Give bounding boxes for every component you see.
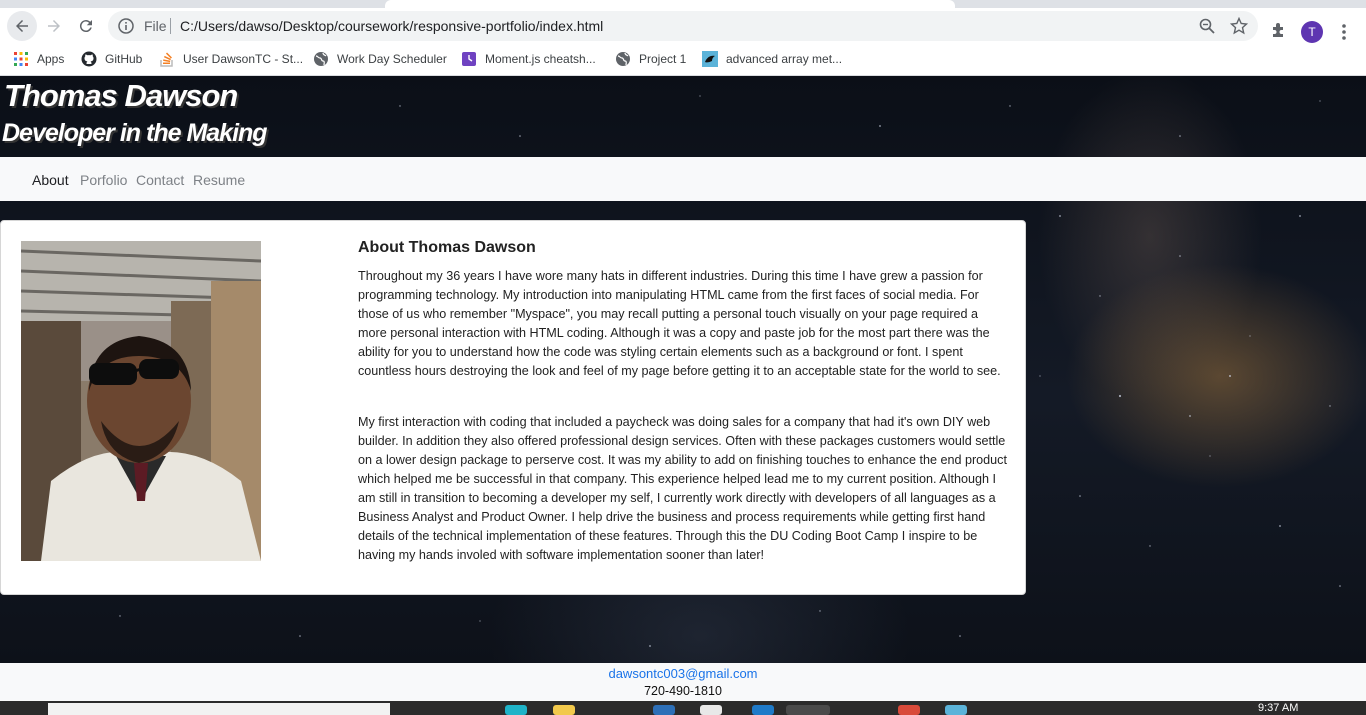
nav-link-contact[interactable]: Contact (136, 172, 184, 188)
folder-icon[interactable] (553, 705, 575, 715)
arrow-left-icon (16, 20, 28, 32)
taskbar-app-icon[interactable] (653, 705, 675, 715)
moment-icon (462, 52, 476, 66)
stackoverflow-icon (160, 52, 173, 67)
url-text[interactable]: C:/Users/dawso/Desktop/coursework/respon… (180, 18, 603, 34)
file-scheme-label: File (144, 18, 167, 34)
info-icon[interactable] (118, 18, 134, 34)
bookmark-label: Work Day Scheduler (337, 52, 447, 66)
reload-button[interactable] (71, 11, 101, 41)
address-separator (170, 18, 171, 34)
reload-icon (79, 20, 92, 33)
globe-icon (314, 52, 328, 66)
portfolio-page: Thomas Dawson Developer in the Making Ab… (0, 76, 1366, 663)
address-bar[interactable]: File C:/Users/dawso/Desktop/coursework/r… (108, 11, 1258, 41)
bookmark-project-1[interactable]: Project 1 (615, 49, 686, 69)
bookmark-apps[interactable]: Apps (13, 49, 64, 69)
contact-email-link[interactable]: dawsontc003@gmail.com (0, 666, 1366, 681)
bookmark-stackoverflow[interactable]: User DawsonTC - St... (159, 49, 303, 69)
chrome-icon[interactable] (786, 705, 830, 715)
more-menu-icon[interactable] (1337, 21, 1351, 43)
arrow-right-icon (48, 20, 60, 32)
zoom-icon[interactable] (1198, 17, 1216, 35)
bird-icon (702, 51, 718, 67)
taskbar-app-icon[interactable] (505, 705, 527, 715)
about-card: About Thomas Dawson Throughout my 36 yea… (0, 220, 1026, 595)
site-navbar: About Porfolio Contact Resume (0, 157, 1366, 201)
bookmark-label: User DawsonTC - St... (183, 52, 304, 66)
windows-taskbar: 9:37 AM (0, 701, 1366, 715)
extensions-puzzle-icon[interactable] (1270, 21, 1288, 39)
bookmark-label: GitHub (105, 52, 143, 66)
vscode-icon[interactable] (752, 705, 774, 715)
nav-link-portfolio[interactable]: Porfolio (80, 172, 127, 188)
taskbar-search-box[interactable] (48, 703, 390, 715)
back-button[interactable] (7, 11, 37, 41)
taskbar-app-icon[interactable] (700, 705, 722, 715)
tab-strip (0, 0, 1366, 8)
nav-link-resume[interactable]: Resume (193, 172, 245, 188)
bookmark-label: Apps (37, 52, 65, 66)
site-header: Thomas Dawson Developer in the Making (0, 76, 1366, 157)
bookmark-momentjs[interactable]: Moment.js cheatsh... (461, 49, 596, 69)
bookmarks-bar: Apps GitHub User DawsonTC - St... Work D… (0, 44, 1366, 76)
bookmark-label: advanced array met... (726, 52, 843, 66)
taskbar-clock[interactable]: 9:37 AM (1258, 702, 1298, 714)
github-icon (81, 51, 97, 67)
profile-photo (21, 241, 261, 561)
about-paragraph-1: Throughout my 36 years I have wore many … (358, 269, 1001, 378)
forward-button[interactable] (39, 11, 69, 41)
bookmark-advanced-array[interactable]: advanced array met... (702, 49, 842, 69)
globe-icon (616, 52, 630, 66)
active-tab[interactable] (385, 0, 955, 8)
profile-avatar[interactable]: T (1301, 21, 1323, 43)
taskbar-app-icon[interactable] (898, 705, 920, 715)
about-heading: About Thomas Dawson (358, 239, 536, 256)
profile-initial: T (1308, 25, 1316, 39)
site-footer: dawsontc003@gmail.com 720-490-1810 (0, 663, 1366, 701)
browser-toolbar: File C:/Users/dawso/Desktop/coursework/r… (0, 8, 1366, 44)
site-tagline: Developer in the Making (2, 119, 268, 147)
bookmark-label: Moment.js cheatsh... (485, 52, 596, 66)
apps-grid-icon (14, 52, 28, 66)
bookmark-star-icon[interactable] (1230, 17, 1248, 35)
site-title: Thomas Dawson (4, 78, 238, 113)
taskbar-app-icon[interactable] (945, 705, 967, 715)
about-paragraph-2: My first interaction with coding that in… (358, 415, 1007, 562)
bookmark-github[interactable]: GitHub (81, 49, 142, 69)
bookmark-label: Project 1 (639, 52, 687, 66)
contact-phone: 720-490-1810 (644, 684, 722, 698)
nav-link-about[interactable]: About (32, 172, 69, 188)
bookmark-work-day-scheduler[interactable]: Work Day Scheduler (313, 49, 447, 69)
